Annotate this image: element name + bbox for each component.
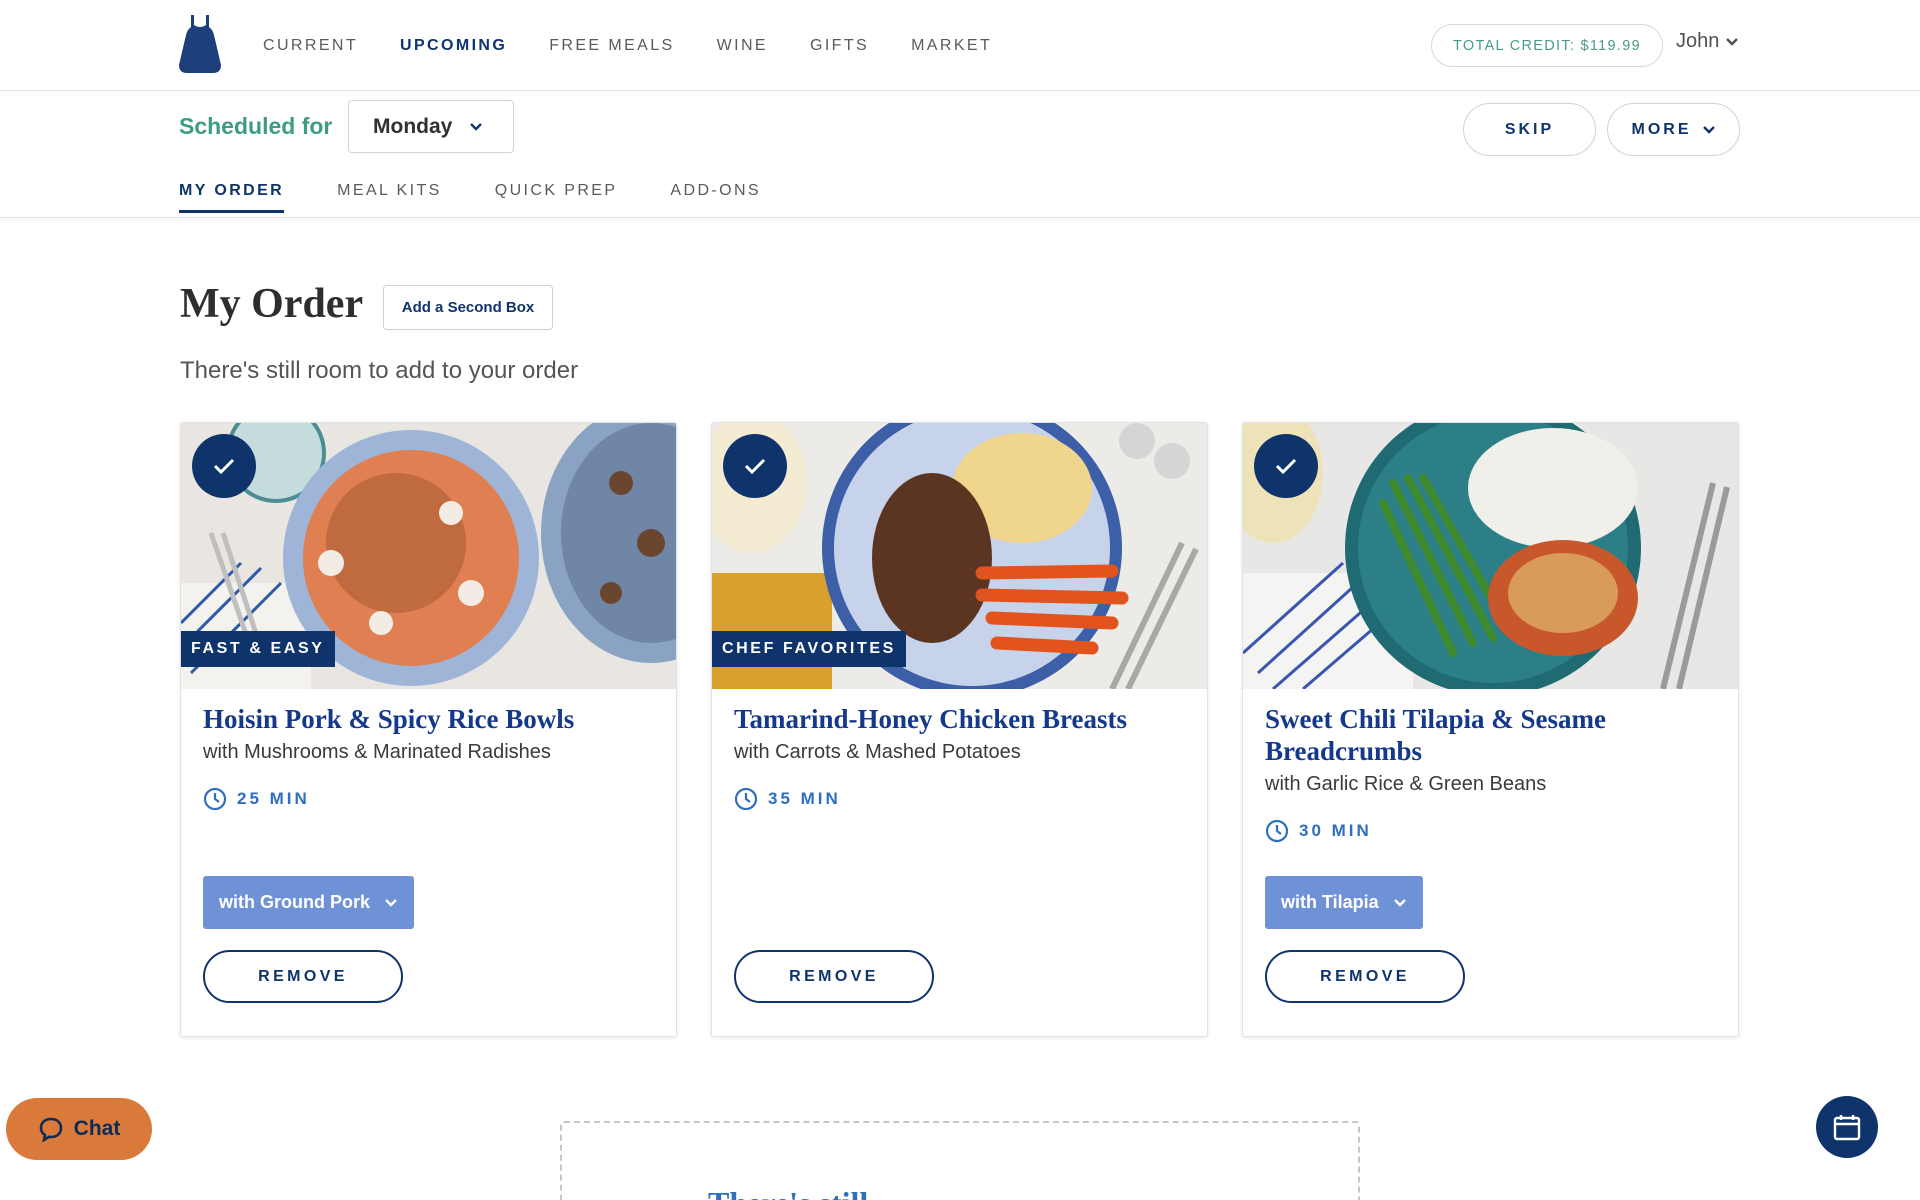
cook-time-value: 30 MIN [1299, 821, 1372, 840]
meal-card: Sweet Chili Tilapia & Sesame Breadcrumbs… [1242, 422, 1739, 1037]
nav-wine[interactable]: WINE [717, 37, 768, 55]
chevron-down-icon [385, 898, 397, 907]
clock-icon [1265, 819, 1289, 843]
page-title: My Order [180, 281, 364, 327]
nav-upcoming[interactable]: UPCOMING [400, 37, 507, 55]
chevron-down-icon [470, 123, 482, 131]
meal-title[interactable]: Hoisin Pork & Spicy Rice Bowls [203, 703, 656, 735]
meal-card: FAST & EASY Hoisin Pork & Spicy Rice Bow… [180, 422, 677, 1037]
apron-logo-icon[interactable] [179, 15, 221, 73]
delivery-day-value: Monday [373, 114, 453, 138]
meal-image[interactable]: FAST & EASY [181, 423, 676, 689]
meal-title[interactable]: Sweet Chili Tilapia & Sesame Breadcrumbs [1265, 703, 1718, 767]
cook-time: 35 MIN [734, 787, 1187, 811]
meal-card-body: Hoisin Pork & Spicy Rice Bowls with Mush… [203, 703, 656, 811]
meal-subtitle: with Mushrooms & Marinated Radishes [203, 741, 551, 763]
protein-variant-select[interactable]: with Ground Pork [203, 876, 414, 929]
delivery-day-select[interactable]: Monday [348, 100, 514, 153]
add-second-box-button[interactable]: Add a Second Box [383, 285, 553, 330]
tab-my-order[interactable]: MY ORDER [179, 182, 285, 213]
selected-check-button[interactable] [723, 434, 787, 498]
meal-card-body: Tamarind-Honey Chicken Breasts with Carr… [734, 703, 1187, 811]
meal-title[interactable]: Tamarind-Honey Chicken Breasts [734, 703, 1187, 735]
checkmark-icon [213, 458, 235, 475]
selected-check-button[interactable] [192, 434, 256, 498]
chat-button[interactable]: Chat [6, 1098, 152, 1160]
tab-add-ons[interactable]: ADD-ONS [670, 182, 761, 213]
meal-tag-badge: CHEF FAVORITES [712, 631, 906, 667]
meal-card: CHEF FAVORITES Tamarind-Honey Chicken Br… [711, 422, 1208, 1037]
clock-icon [734, 787, 758, 811]
more-button-label: MORE [1631, 120, 1692, 138]
cook-time-value: 35 MIN [768, 789, 841, 808]
add-more-heading: There's still [708, 1185, 868, 1200]
skip-button[interactable]: SKIP [1463, 103, 1596, 156]
protein-variant-value: with Ground Pork [219, 892, 370, 912]
protein-variant-value: with Tilapia [1281, 892, 1379, 912]
main-nav-links: CURRENT UPCOMING FREE MEALS WINE GIFTS M… [263, 0, 1034, 91]
meal-image[interactable] [1243, 423, 1738, 689]
more-button[interactable]: MORE [1607, 103, 1740, 156]
calendar-button[interactable] [1816, 1096, 1878, 1158]
top-navigation: CURRENT UPCOMING FREE MEALS WINE GIFTS M… [0, 0, 1920, 91]
scheduled-for-label: Scheduled for [179, 113, 333, 139]
meal-tag-badge: FAST & EASY [181, 631, 335, 667]
chat-bubble-icon [39, 1117, 62, 1142]
meal-subtitle: with Carrots & Mashed Potatoes [734, 741, 1021, 763]
checkmark-icon [744, 458, 766, 475]
chevron-down-icon [1726, 37, 1739, 46]
remove-meal-button[interactable]: REMOVE [1265, 950, 1465, 1003]
tab-meal-kits[interactable]: MEAL KITS [337, 182, 442, 213]
order-subtitle: There's still room to add to your order [180, 357, 579, 384]
nav-free-meals[interactable]: FREE MEALS [549, 37, 674, 55]
remove-meal-button[interactable]: REMOVE [203, 950, 403, 1003]
remove-meal-button[interactable]: REMOVE [734, 950, 934, 1003]
nav-market[interactable]: MARKET [911, 37, 992, 55]
add-more-placeholder: There's still [560, 1121, 1360, 1200]
order-tabs: MY ORDER MEAL KITS QUICK PREP ADD-ONS [179, 182, 814, 213]
meal-subtitle: with Garlic Rice & Green Beans [1265, 773, 1547, 795]
user-name: John [1676, 30, 1720, 52]
total-credit-badge[interactable]: TOTAL CREDIT: $119.99 [1431, 24, 1663, 67]
order-subbar: Scheduled for Monday SKIP MORE MY ORDER … [0, 91, 1920, 218]
chevron-down-icon [1393, 898, 1406, 907]
user-menu[interactable]: John [1676, 30, 1739, 53]
nav-gifts[interactable]: GIFTS [810, 37, 869, 55]
meal-card-body: Sweet Chili Tilapia & Sesame Breadcrumbs… [1265, 703, 1718, 843]
cook-time: 25 MIN [203, 787, 656, 811]
cook-time: 30 MIN [1265, 819, 1718, 843]
chevron-down-icon [1702, 125, 1715, 134]
calendar-icon [1833, 1115, 1861, 1141]
meal-image[interactable]: CHEF FAVORITES [712, 423, 1207, 689]
tab-quick-prep[interactable]: QUICK PREP [495, 182, 618, 213]
chat-label: Chat [73, 1117, 121, 1140]
cook-time-value: 25 MIN [237, 789, 310, 808]
clock-icon [203, 787, 227, 811]
nav-current[interactable]: CURRENT [263, 37, 358, 55]
selected-check-button[interactable] [1254, 434, 1318, 498]
checkmark-icon [1275, 458, 1297, 475]
protein-variant-select[interactable]: with Tilapia [1265, 876, 1423, 929]
